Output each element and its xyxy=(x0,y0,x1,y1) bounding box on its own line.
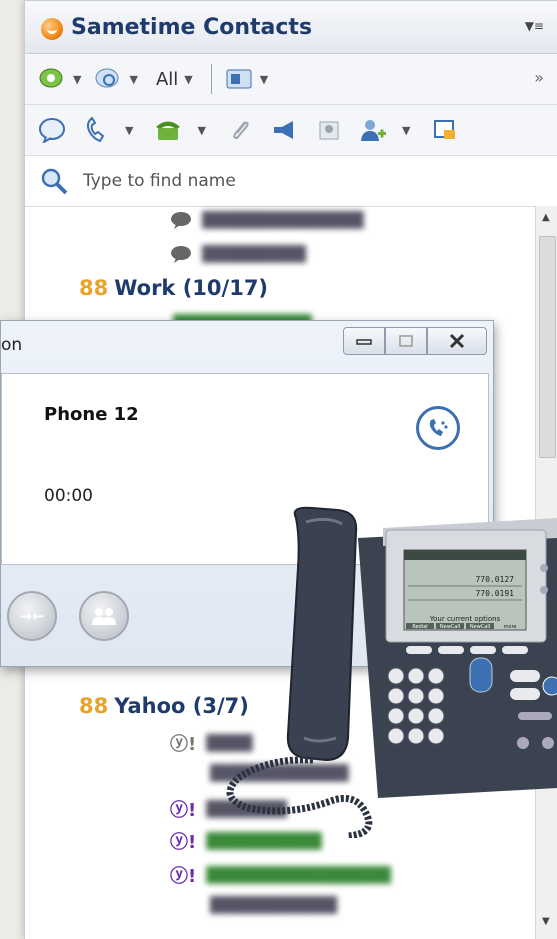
contacts-title-bar: Sametime Contacts ▼≡ xyxy=(25,1,557,54)
maximize-button[interactable] xyxy=(385,327,427,355)
sametime-status-icon[interactable] xyxy=(41,18,63,40)
list-item[interactable]: ███████████ xyxy=(210,896,337,914)
toolbar-overflow-icon[interactable]: » xyxy=(534,68,544,87)
announcement-icon[interactable] xyxy=(270,115,300,145)
close-icon xyxy=(449,333,465,349)
group-label: Work (10/17) xyxy=(114,276,269,300)
toolbar-row-2: ▼ ▼ ▼ xyxy=(25,105,557,156)
chat-status-dropdown[interactable]: ▼ xyxy=(73,73,81,86)
toolbar-row-1: ▼ ▼ All ▼ ▼ » xyxy=(25,54,557,105)
maximize-icon xyxy=(399,335,413,347)
group-work[interactable]: 88 Work (10/17) xyxy=(79,276,268,300)
filter-all-button[interactable]: All xyxy=(156,69,178,90)
people-icon xyxy=(92,608,116,625)
contact-name-redacted: ███████████ xyxy=(210,896,337,914)
softkey-1: Redial xyxy=(412,624,427,630)
minimize-button[interactable] xyxy=(343,327,385,355)
chat-icon[interactable] xyxy=(37,115,67,145)
search-bar xyxy=(25,156,557,207)
phone-dropdown[interactable]: ▼ xyxy=(197,124,205,137)
group-count-icon: 88 xyxy=(79,276,109,300)
list-item[interactable]: █████████ xyxy=(170,244,306,264)
chat-bubble-icon xyxy=(171,246,191,263)
list-item[interactable]: ██████████████ xyxy=(170,210,364,230)
softkey-3: NewCall xyxy=(470,624,490,630)
display-mode-dropdown[interactable]: ▼ xyxy=(260,73,268,86)
window-title: Sametime Contacts xyxy=(71,15,313,40)
ip-desk-phone-image: 770.0127 770.0191 Your current options R… xyxy=(226,506,557,838)
yahoo-offline-icon: ⓨ! xyxy=(170,734,197,755)
chat-status-icon[interactable] xyxy=(37,64,67,94)
add-contact-dropdown[interactable]: ▼ xyxy=(402,124,410,137)
call-icon[interactable] xyxy=(81,115,111,145)
active-call-icon[interactable] xyxy=(416,406,460,450)
group-count-icon: 88 xyxy=(79,694,109,718)
filter-dropdown[interactable]: ▼ xyxy=(184,73,192,86)
merge-call-button[interactable]: →← xyxy=(7,591,57,641)
availability-dropdown[interactable]: ▼ xyxy=(129,73,137,86)
call-duration: 00:00 xyxy=(44,486,93,506)
call-dropdown[interactable]: ▼ xyxy=(125,124,133,137)
scroll-down-icon[interactable]: ▼ xyxy=(542,916,550,927)
softkey-2: NewCall xyxy=(440,624,460,630)
conference-button[interactable] xyxy=(79,591,129,641)
call-window-title: on xyxy=(1,335,23,355)
yahoo-online-icon: ⓨ! xyxy=(170,800,197,821)
search-icon xyxy=(39,166,69,200)
merge-icon: →← xyxy=(19,607,45,625)
view-menu-icon[interactable]: ▼≡ xyxy=(525,19,544,33)
meeting-icon[interactable] xyxy=(430,115,460,145)
attach-icon[interactable] xyxy=(226,115,256,145)
add-contact-icon[interactable] xyxy=(358,115,388,145)
display-mode-icon[interactable] xyxy=(224,64,254,94)
toolbar-separator xyxy=(210,64,212,94)
window-controls xyxy=(343,327,487,355)
yahoo-online-icon: ⓨ! xyxy=(170,832,197,853)
search-input[interactable] xyxy=(81,164,545,198)
contact-name-redacted: ████████████████ xyxy=(206,866,391,884)
list-item[interactable]: ⓨ! ████████████████ xyxy=(170,862,391,888)
softkey-4: more xyxy=(504,624,517,630)
yahoo-online-icon: ⓨ! xyxy=(170,866,197,887)
callee-name: Phone 12 xyxy=(44,404,139,425)
directory-icon[interactable] xyxy=(314,115,344,145)
line-2-number: 770.0191 xyxy=(475,589,514,598)
chat-bubble-icon xyxy=(171,212,191,229)
close-button[interactable] xyxy=(427,327,487,355)
availability-icon[interactable] xyxy=(93,64,123,94)
line-1-number: 770.0127 xyxy=(475,575,514,584)
phone-status-text: Your current options xyxy=(429,615,501,623)
contact-name-redacted: █████████ xyxy=(202,245,306,263)
scroll-thumb[interactable] xyxy=(539,236,556,458)
minimize-icon xyxy=(356,339,372,345)
phone-icon[interactable] xyxy=(153,115,183,145)
scroll-up-icon[interactable]: ▲ xyxy=(542,212,550,223)
contact-name-redacted: ██████████████ xyxy=(202,211,364,229)
